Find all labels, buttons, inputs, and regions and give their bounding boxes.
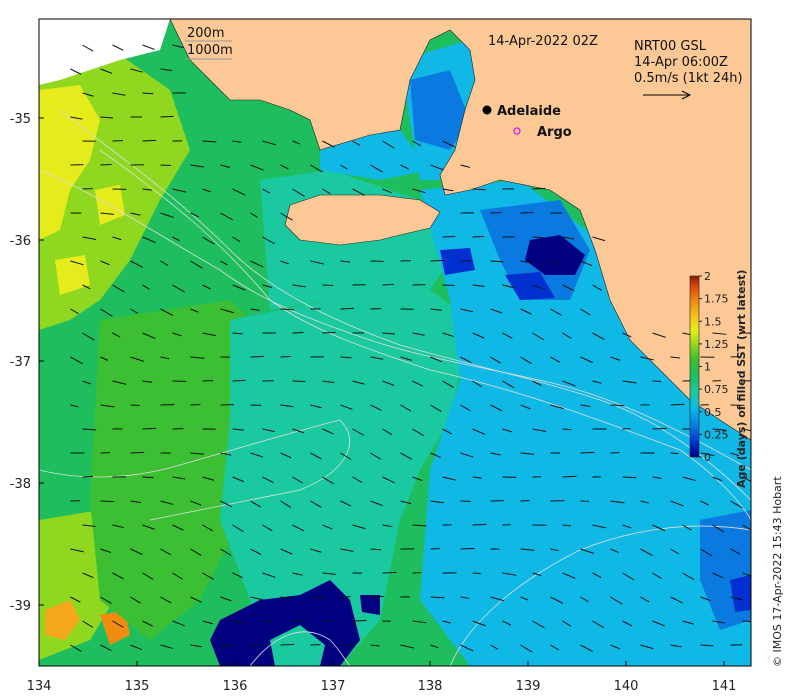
current-scale-label: 0.5m/s (1kt 24h) (634, 71, 743, 86)
colorbar-title: Age (days) of filled SST (wrt latest) (735, 270, 748, 488)
colorbar-tick-label: 2 (704, 270, 711, 283)
place-label-argo: Argo (537, 125, 572, 140)
current-vector (532, 187, 546, 190)
y-tick-label: -37 (10, 355, 31, 370)
current-vector (761, 453, 774, 458)
current-vector (142, 476, 154, 479)
colorbar-tick-label: 0.25 (704, 428, 729, 441)
current-vector (670, 403, 685, 406)
current-vector (130, 451, 145, 454)
current-vector (490, 260, 504, 263)
colorbar-tick-label: 1.25 (704, 338, 729, 351)
x-tick-label: 137 (321, 679, 346, 694)
current-vector (562, 475, 577, 478)
y-tick-label: -38 (10, 477, 31, 492)
current-vector (490, 211, 502, 214)
y-tick-label: -39 (10, 599, 31, 614)
x-tick-label: 140 (614, 679, 639, 694)
x-tick-label: 135 (125, 679, 150, 694)
current-vector (460, 547, 475, 550)
current-time-label: 14-Apr 06:00Z (634, 55, 728, 70)
current-vector (292, 380, 306, 383)
current-vector (82, 475, 93, 478)
current-vector (472, 523, 487, 526)
y-tick-label: -35 (10, 112, 31, 127)
current-vector (761, 356, 775, 357)
current-vector (773, 332, 787, 333)
x-tick-label: 134 (27, 679, 52, 694)
contour-label-1000m: 1000m (187, 43, 233, 58)
current-vector (142, 139, 157, 142)
current-vector (773, 429, 786, 433)
colorbar-gradient (689, 275, 700, 458)
current-vector (232, 379, 246, 382)
current-vector (160, 164, 171, 167)
current-vector (742, 620, 751, 622)
current-vector (142, 92, 154, 95)
current-vector (160, 115, 174, 118)
current-vector (430, 259, 444, 262)
contour-label-200m: 200m (187, 26, 224, 41)
current-vector (280, 643, 295, 646)
current-vector (580, 451, 595, 454)
current-vector (622, 476, 637, 479)
adelaide-dot-icon (482, 105, 492, 115)
credit-text: © IMOS 17-Apr-2022 15:43 Hobart (771, 476, 784, 667)
current-vector (442, 235, 456, 238)
current-vector (562, 428, 572, 431)
date-label: 14-Apr-2022 02Z (488, 34, 598, 49)
current-vector (652, 427, 667, 430)
current-vector (472, 572, 481, 575)
current-vector (520, 211, 534, 214)
current-vector (761, 405, 769, 406)
current-vector (610, 404, 625, 407)
current-vector (322, 331, 336, 334)
place-label-adelaide: Adelaide (497, 104, 561, 119)
current-vector (472, 235, 485, 238)
map-plot-area (39, 19, 787, 666)
colorbar-tick-label: 1.5 (704, 315, 722, 328)
x-tick-label: 141 (712, 679, 737, 694)
sst-age-map: 134 135 136 137 138 139 140 141 -35 -36 … (10, 18, 787, 694)
y-tick-label: -36 (10, 234, 31, 249)
current-vector (670, 452, 679, 455)
current-vector (100, 163, 112, 166)
colorbar-tick-label: 0.75 (704, 383, 729, 396)
current-vector (250, 355, 265, 358)
colorbar-tick-label: 1 (704, 361, 711, 374)
current-vector (370, 595, 385, 598)
current-source-label: NRT00 GSL (634, 39, 707, 54)
current-vector (100, 500, 115, 503)
current-vector (761, 501, 770, 506)
current-vector (382, 571, 397, 574)
current-vector (142, 427, 156, 430)
colorbar-tick-label: 1.75 (704, 293, 729, 306)
x-tick-label: 138 (418, 679, 443, 694)
colorbar-tick-label: 0.5 (704, 406, 722, 419)
current-vector (382, 283, 394, 286)
x-tick-label: 139 (516, 679, 541, 694)
colorbar-tick-label: 0 (704, 451, 711, 464)
current-vector (340, 307, 355, 310)
x-tick-label: 136 (223, 679, 248, 694)
